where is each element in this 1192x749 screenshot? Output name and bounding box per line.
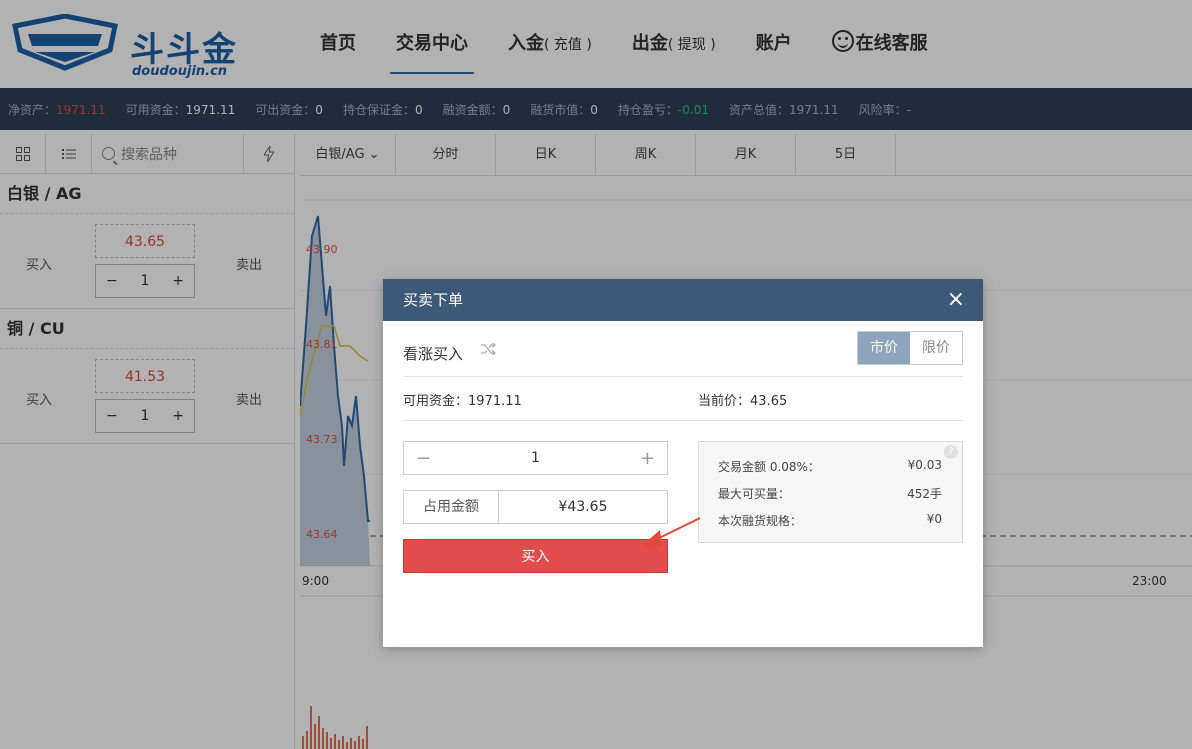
buy-button[interactable]: 买入 <box>403 539 668 573</box>
market-price-option[interactable]: 市价 <box>858 332 910 364</box>
order-direction-row: 看涨买入 市价 限价 <box>403 331 963 377</box>
order-quantity-stepper[interactable]: − 1 + <box>403 441 668 475</box>
order-info-box: ? 交易金额 0.08%： ¥0.03 最大可买量： 452手 本次融货规格： ¥0 <box>698 441 963 543</box>
minus-icon[interactable]: − <box>416 448 431 469</box>
occupied-amount-value: ¥43.65 <box>558 499 608 515</box>
plus-icon[interactable]: + <box>640 448 655 469</box>
shuffle-icon[interactable] <box>481 342 497 359</box>
modal-title: 买卖下单 <box>403 291 464 309</box>
info-row-spec: 本次融货规格： ¥0 <box>718 512 942 528</box>
occupied-amount-label: 占用金额 <box>404 491 499 523</box>
modal-header: 买卖下单 × <box>383 279 983 321</box>
order-direction: 看涨买入 <box>403 345 464 363</box>
funds-row: 可用资金：1971.11 当前价：43.65 <box>403 377 963 421</box>
order-modal: 买卖下单 × 看涨买入 市价 限价 可用资金：1971.11 当前价：43.65… <box>383 279 983 647</box>
close-icon[interactable]: × <box>947 279 965 321</box>
help-icon[interactable]: ? <box>944 445 958 459</box>
occupied-amount: 占用金额 ¥43.65 <box>403 490 668 524</box>
info-row-fee: 交易金额 0.08%： ¥0.03 <box>718 458 942 474</box>
available-funds: 可用资金：1971.11 <box>403 394 522 409</box>
order-type-toggle: 市价 限价 <box>857 331 963 365</box>
info-row-max-qty: 最大可买量： 452手 <box>718 487 942 501</box>
limit-price-option[interactable]: 限价 <box>910 332 962 364</box>
current-price: 当前价：43.65 <box>698 394 788 409</box>
quantity-value: 1 <box>531 450 540 466</box>
